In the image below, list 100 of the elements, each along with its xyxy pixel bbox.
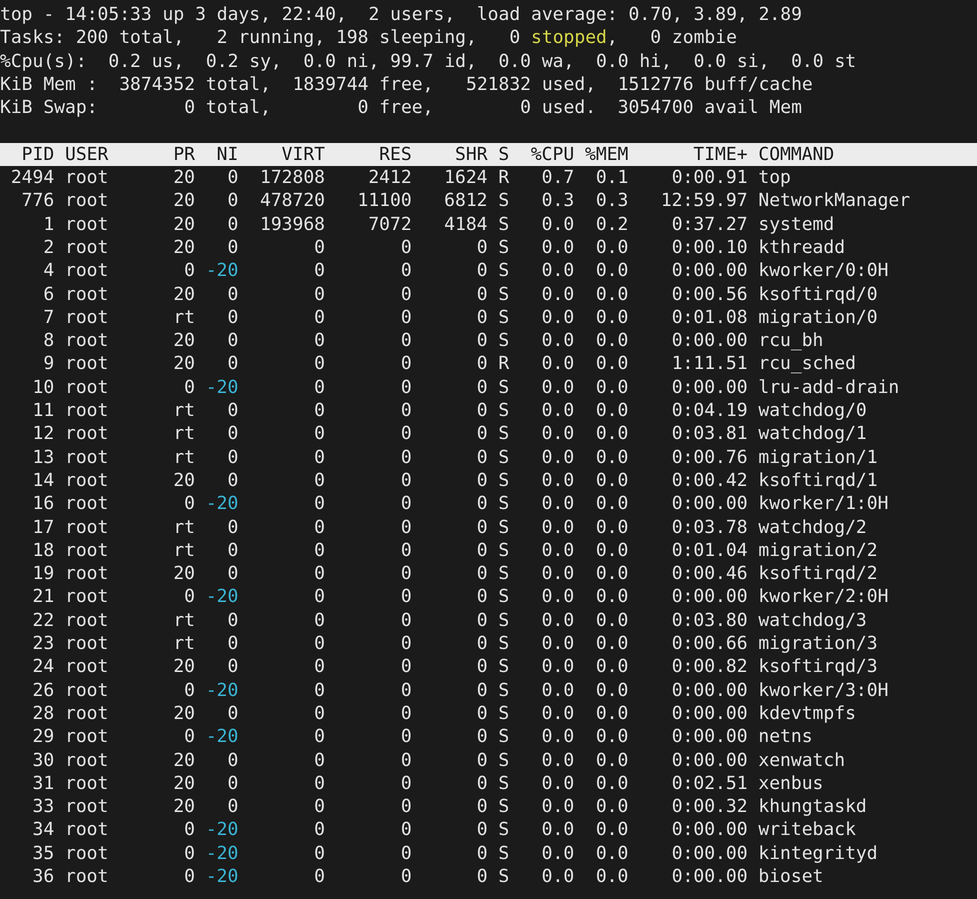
table-cell-text: root [65, 795, 110, 818]
table-cell-text: 172808 [258, 166, 326, 190]
column-header: NI [216, 142, 238, 166]
table-cell-text: 20 [172, 329, 196, 352]
table-cell: xenwatch [758, 748, 846, 772]
table-cell-text: 0.0 [540, 468, 574, 492]
table-cell-text: 0 [226, 468, 238, 492]
table-cell-text: 0 [226, 655, 238, 679]
table-cell: migration/2 [758, 538, 878, 562]
table-cell-text: root [65, 306, 110, 330]
table-cell-text: 0 [313, 329, 326, 352]
table-cell-text: 0 [313, 772, 326, 796]
table-cell-text: 26 [31, 678, 54, 702]
table-cell-text: 0 [400, 538, 412, 562]
table-cell-text: 0.0 [594, 492, 628, 516]
table-cell-text: root [65, 468, 110, 492]
table-cell: -20 [206, 585, 238, 609]
table-cell-text: 0 [313, 492, 326, 516]
table-cell-text: 0 [476, 492, 488, 516]
table-cell-text: 0 [476, 562, 488, 586]
table-cell-text: 0 [400, 422, 412, 446]
table-cell-text: 21 [31, 585, 54, 609]
table-cell: S [498, 306, 510, 330]
table-cell-text: 0 [476, 655, 488, 679]
table-cell-text: root [65, 608, 110, 632]
table-cell-text: 0 [400, 818, 412, 842]
table-cell: S [498, 189, 510, 213]
table-cell: watchdog/2 [758, 516, 867, 539]
table-cell-text: 0:00.00 [670, 864, 748, 888]
table-cell-text: 22 [31, 608, 54, 632]
table-cell-text: 0.0 [540, 818, 574, 842]
table-cell: NetworkManager [758, 189, 910, 213]
table-cell: migration/1 [758, 446, 878, 469]
table-cell-text: 0 [476, 608, 488, 632]
table-cell-text: root [65, 189, 110, 213]
table-cell-text: 18 [31, 538, 54, 562]
table-cell: S [498, 492, 510, 516]
table-cell-text: 0:00.00 [670, 842, 748, 865]
table-cell: netns [758, 725, 813, 748]
table-cell-text: 20 [172, 236, 196, 260]
table-cell-text: 0:01.08 [670, 306, 748, 330]
table-cell: migration/0 [758, 306, 878, 330]
table-cell: S [498, 655, 510, 679]
table-cell: migration/3 [758, 632, 878, 656]
table-cell-text: 0 [476, 352, 488, 376]
table-cell-text: 6812 [443, 189, 488, 213]
table-cell-text: 0.0 [540, 352, 574, 376]
table-cell-text: 0 [400, 608, 412, 632]
table-cell-text: 0 [400, 282, 412, 306]
table-cell: S [498, 329, 510, 352]
table-cell-text: 20 [172, 795, 196, 818]
table-cell-text: 0 [226, 282, 238, 306]
table-cell-text: root [65, 166, 110, 190]
table-cell-text: 0 [400, 655, 412, 679]
table-cell-text: rt [172, 446, 196, 469]
table-cell: S [498, 376, 510, 400]
table-cell-text: 20 [172, 282, 196, 306]
table-cell-text: 0 [313, 352, 326, 376]
table-cell-text: 0 [476, 446, 488, 469]
table-cell-text: 0.0 [594, 516, 628, 539]
table-cell-text: 0 [400, 842, 412, 865]
table-cell-text: 0.0 [540, 516, 574, 539]
table-cell-text: rt [172, 422, 196, 446]
table-cell-text: 0 [313, 259, 326, 283]
table-cell-text: 0 [313, 655, 326, 679]
table-cell-text: 0:01.04 [670, 538, 748, 562]
table-cell-text: root [65, 399, 110, 422]
table-cell-text: root [65, 376, 110, 400]
table-cell-text: root [65, 678, 110, 702]
table-cell-text: 0.0 [594, 399, 628, 422]
table-cell: rcu_bh [758, 329, 824, 352]
table-cell-text: 0.0 [594, 538, 628, 562]
table-cell: S [498, 538, 510, 562]
table-cell: -20 [206, 818, 238, 842]
table-cell-text: 0:04.19 [670, 399, 748, 422]
table-cell-text: 30 [31, 748, 54, 772]
table-cell-text: 0 [226, 166, 238, 190]
table-cell-text: 0.0 [540, 399, 574, 422]
table-cell-text: 0 [313, 446, 326, 469]
table-cell-text: 0 [400, 376, 412, 400]
table-cell-text: 0 [476, 399, 488, 422]
table-cell-text: 478720 [258, 189, 326, 213]
table-cell-text: 0 [476, 516, 488, 539]
table-cell-text: 0:00.91 [670, 166, 748, 190]
table-cell-text: 20 [172, 702, 196, 726]
table-cell-text: root [65, 422, 110, 446]
table-cell-text: 0 [400, 795, 412, 818]
table-cell-text: 0 [183, 492, 196, 516]
table-cell-text: 0:00.66 [670, 632, 748, 656]
table-cell-text: 0.2 [594, 212, 628, 236]
table-cell-text: 16 [31, 492, 54, 516]
table-cell-text: 0 [313, 422, 326, 446]
table-cell-text: 0:00.00 [670, 585, 748, 609]
table-cell-text: 0:02.51 [670, 772, 748, 796]
column-header: PR [172, 142, 196, 166]
table-cell-text: 0 [226, 189, 238, 213]
table-cell-text: root [65, 702, 110, 726]
table-cell-text: rt [172, 399, 196, 422]
table-cell-text: 0 [400, 516, 412, 539]
table-cell-text: root [65, 842, 110, 865]
